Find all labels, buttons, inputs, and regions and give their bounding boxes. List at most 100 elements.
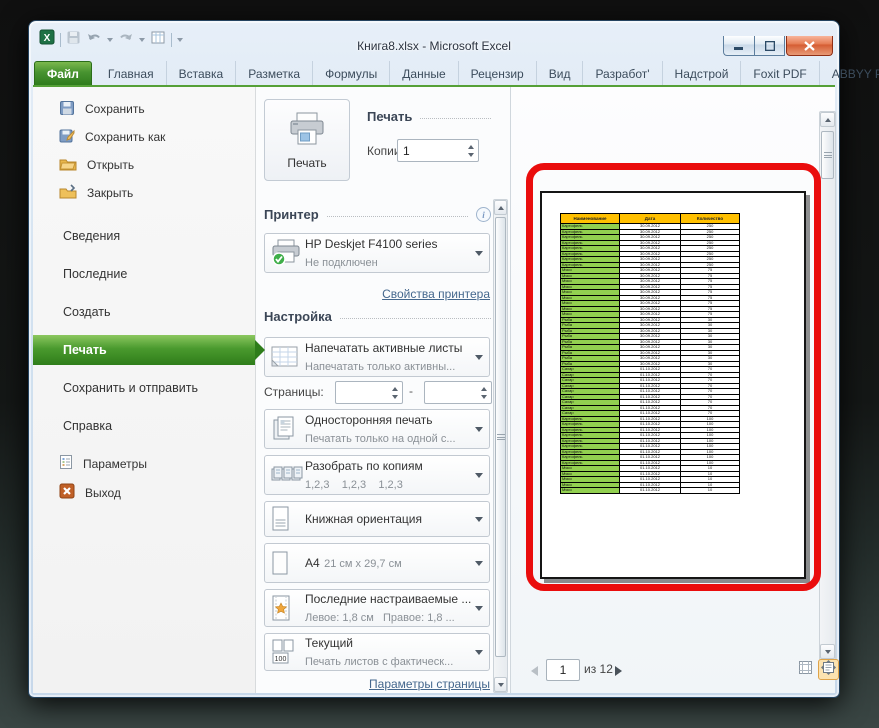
dropdown-subtitle: Печатать только на одной с... (305, 433, 456, 445)
margins-select[interactable]: Последние настраиваемые ... Левое: 1,8 с… (264, 589, 490, 627)
minimize-button[interactable] (723, 36, 754, 56)
sidebar-item-exit[interactable]: Выход (33, 478, 255, 507)
tab-data[interactable]: Данные (390, 61, 459, 85)
preview-table-body: Картофель 30.09.2012 250 Картофель 30.09.201… (560, 223, 740, 494)
sidebar-item-print[interactable]: Печать (33, 335, 265, 365)
tab-addins[interactable]: Надстрой (663, 61, 742, 85)
print-button[interactable]: Печать (264, 99, 350, 181)
duplex-select[interactable]: Односторонняя печать Печатать только на … (264, 409, 490, 449)
printer-properties-link[interactable]: Свойства принтера (382, 287, 490, 301)
scaling-select[interactable]: 100 Текущий Печать листов с фактическ... (264, 633, 490, 671)
table-row: Мясо 01.10.2012 10 (560, 487, 740, 494)
pages-to-stepper[interactable] (424, 381, 492, 404)
zoom-to-page-button[interactable] (818, 659, 839, 680)
sidebar-item-info[interactable]: Сведения (33, 217, 255, 255)
sidebar-item-save-send[interactable]: Сохранить и отправить (33, 369, 255, 407)
current-page-input[interactable]: 1 (546, 659, 580, 681)
tab-home[interactable]: Главная (96, 61, 167, 85)
tab-developer[interactable]: Разработ' (583, 61, 663, 85)
show-margins-button[interactable] (795, 659, 816, 680)
maximize-button[interactable] (754, 36, 785, 56)
dropdown-subtitle: 21 см x 29,7 см (324, 558, 402, 570)
scrollbar-thumb[interactable] (495, 217, 506, 657)
orientation-select[interactable]: Книжная ориентация (264, 501, 490, 537)
collate-select[interactable]: Разобрать по копиям 1,2,3 1,2,3 1,2,3 (264, 455, 490, 495)
page-setup-link[interactable]: Параметры страницы (369, 677, 490, 691)
info-icon[interactable]: i (476, 207, 491, 222)
printer-properties-row: Свойства принтера (264, 285, 490, 303)
dropdown-text: Последние настраиваемые ... Левое: 1,8 с… (305, 590, 471, 626)
window-title: Книга8.xlsx - Microsoft Excel (357, 39, 511, 53)
chevron-down-icon (475, 649, 483, 655)
dropdown-subtitle: Печать листов с фактическ... (305, 656, 454, 668)
preview-bottom-bar: 1 из 12 (511, 659, 839, 685)
copies-value[interactable]: 1 (398, 144, 463, 158)
tab-page-layout[interactable]: Разметка (236, 61, 314, 85)
chevron-down-icon (475, 472, 483, 478)
zoom-to-page-icon (821, 659, 836, 680)
print-button-label: Печать (287, 155, 327, 170)
page-setup-row: Параметры страницы (264, 675, 490, 693)
cell-name: Мясо (560, 487, 620, 494)
tab-formulas[interactable]: Формулы (313, 61, 391, 85)
paper-size-icon (271, 550, 305, 576)
sidebar-item-label: Сохранить (85, 102, 145, 116)
sidebar-footer: Параметры Выход (33, 449, 255, 507)
next-page-arrow[interactable] (615, 666, 622, 676)
print-what-select[interactable]: Напечатать активные листы Напечатать тол… (264, 337, 490, 377)
copies-stepper[interactable]: 1 (397, 139, 479, 162)
printer-select[interactable]: HP Deskjet F4100 series Не подключен (264, 233, 490, 273)
active-sheets-icon (271, 346, 305, 368)
dropdown-title: Книжная ориентация (305, 512, 422, 526)
sidebar-item-save[interactable]: Сохранить (33, 95, 255, 123)
tab-review[interactable]: Рецензир (459, 61, 537, 85)
sidebar-item-label: Сведения (63, 229, 121, 243)
chevron-down-icon (475, 516, 483, 522)
sidebar-item-help[interactable]: Справка (33, 407, 255, 445)
chevron-down-icon (475, 250, 483, 256)
pages-label: Страницы: (264, 385, 324, 399)
tab-foxit-pdf[interactable]: Foxit PDF (741, 61, 820, 85)
chevron-down-icon (475, 426, 483, 432)
paper-size-select[interactable]: А4 21 см x 29,7 см (264, 543, 490, 583)
stepper-arrows[interactable] (387, 382, 402, 403)
preview-page: Наименование Дата Количество Картофель 30… (540, 191, 806, 579)
close-button[interactable] (786, 36, 833, 56)
sidebar-item-label: Сохранить как (85, 130, 166, 144)
sidebar-item-close[interactable]: Закрыть (33, 179, 255, 207)
save-as-icon (59, 128, 75, 147)
scroll-down-button[interactable] (820, 644, 835, 659)
section-title: Принтер (264, 207, 319, 222)
tab-file[interactable]: Файл (34, 61, 92, 85)
scrollbar-thumb[interactable] (821, 131, 834, 179)
portrait-icon (271, 506, 305, 532)
chevron-down-icon (475, 605, 483, 611)
sidebar-item-new[interactable]: Создать (33, 293, 255, 331)
pages-from-stepper[interactable] (335, 381, 403, 404)
stepper-arrows[interactable] (463, 140, 478, 161)
previous-page-arrow[interactable] (531, 666, 538, 676)
dropdown-text: Односторонняя печать Печатать только на … (305, 411, 469, 447)
sidebar-item-options[interactable]: Параметры (33, 449, 255, 478)
sidebar-item-open[interactable]: Открыть (33, 151, 255, 179)
tab-insert[interactable]: Вставка (167, 61, 237, 85)
section-title: Печать (367, 109, 413, 124)
tab-abbyy-pdf[interactable]: ABBYY PDF (820, 61, 879, 85)
scroll-up-button[interactable] (820, 112, 835, 127)
options-icon (59, 454, 73, 473)
preview-table: Наименование Дата Количество Картофель 30… (560, 213, 740, 494)
preview-scrollbar[interactable] (819, 111, 836, 660)
sidebar-item-recent[interactable]: Последние (33, 255, 255, 293)
show-margins-icon (798, 660, 813, 680)
dropdown-text: А4 21 см x 29,7 см (305, 554, 469, 572)
settings-scrollbar[interactable] (493, 199, 508, 693)
total-pages-label: из 12 (584, 662, 613, 676)
sidebar-item-save-as[interactable]: Сохранить как (33, 123, 255, 151)
dropdown-text: Напечатать активные листы Напечатать тол… (305, 339, 469, 375)
ribbon-tab-bar: Файл Главная Вставка Разметка Формулы Да… (34, 61, 879, 85)
dropdown-text: Текущий Печать листов с фактическ... (305, 634, 469, 670)
tab-view[interactable]: Вид (537, 61, 584, 85)
scroll-up-button[interactable] (494, 200, 507, 215)
stepper-arrows[interactable] (476, 382, 491, 403)
scroll-down-button[interactable] (494, 677, 507, 692)
